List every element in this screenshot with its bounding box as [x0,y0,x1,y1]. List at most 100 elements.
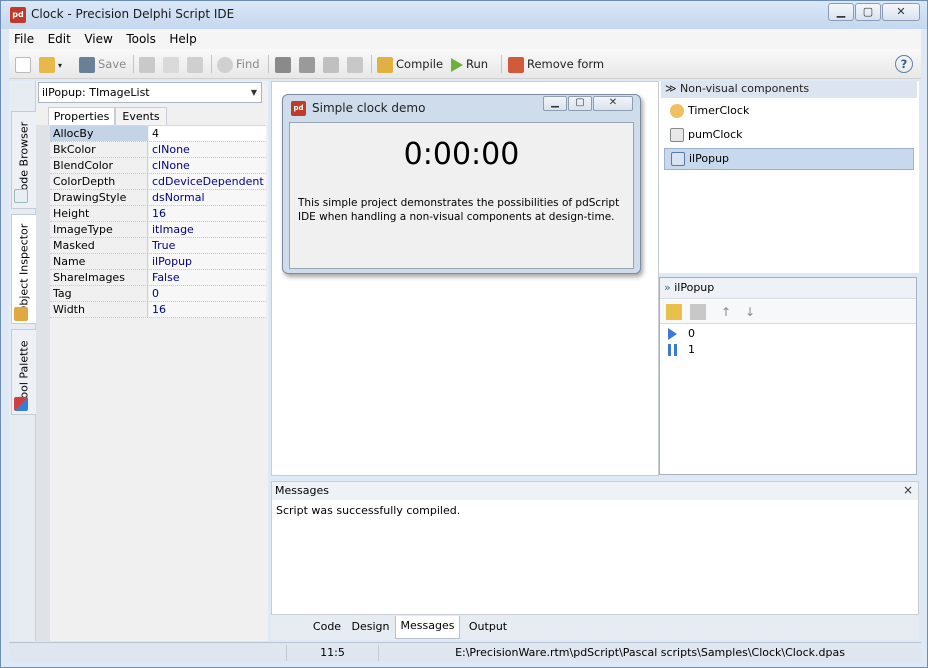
find-button[interactable]: Find [217,55,260,73]
compile-button[interactable]: Compile [377,55,443,73]
property-row[interactable]: AllocBy 4 [50,126,266,142]
property-value[interactable]: clNone [149,142,266,157]
tab-properties[interactable]: Properties [48,107,115,125]
menu-tools[interactable]: Tools [121,29,161,49]
send-to-back-button[interactable] [299,55,318,73]
close-button[interactable]: ✕ [882,3,920,21]
tab-code-browser-label: Code Browser [17,121,31,199]
component-selector-value: ilPopup: TImageList [42,86,150,99]
tab-object-inspector-label: Object Inspector [17,223,31,315]
nonvisual-components-panel: ≫ Non-visual components TimerClock pumCl… [659,81,919,273]
menu-help[interactable]: Help [164,29,201,49]
nonvisual-header-label: Non-visual components [680,82,810,95]
size-button[interactable] [347,55,366,73]
copy-icon [163,56,179,73]
nonvisual-item-ilpopup[interactable]: ilPopup [664,148,914,170]
save-button[interactable]: Save [79,55,126,73]
form-close-icon[interactable]: ✕ [593,96,633,111]
description-label[interactable]: This simple project demonstrates the pos… [298,196,628,224]
minimize-button[interactable]: ▁ [828,3,854,21]
bring-to-front-button[interactable] [275,55,294,73]
image-list-icon [671,152,685,166]
clock-label[interactable]: 0:00:00 [290,137,633,172]
component-selector[interactable]: ilPopup: TImageList ▼ [38,82,262,103]
arrow-down-icon[interactable]: ↓ [742,304,758,320]
property-value[interactable]: ilPopup [149,254,266,269]
form-maximize-icon[interactable]: ▢ [568,96,592,111]
menu-view[interactable]: View [79,29,117,49]
form-client-area[interactable]: 0:00:00 This simple project demonstrates… [289,122,634,269]
property-value[interactable]: True [149,238,266,253]
nonvisual-item-timerclock[interactable]: TimerClock [664,101,914,123]
property-value[interactable]: clNone [149,158,266,173]
property-value[interactable]: cdDeviceDependent [149,174,266,189]
property-value[interactable]: 16 [149,206,266,221]
image-index: 0 [688,327,695,340]
run-label: Run [466,57,489,71]
cut-button[interactable] [139,55,158,73]
property-grid: AllocBy 4 BkColor clNone BlendColor clNone … [50,125,266,318]
remove-form-button[interactable]: Remove form [508,55,604,73]
property-name: BlendColor [50,158,148,173]
object-inspector-icon [14,307,28,321]
property-value[interactable]: False [149,270,266,285]
property-row[interactable]: ColorDepth cdDeviceDependent [50,174,266,190]
image-list-item[interactable]: 1 [668,342,695,358]
nonvisual-item-pumclock[interactable]: pumClock [664,125,914,147]
run-button[interactable]: Run [451,55,488,73]
property-value[interactable]: 4 [149,126,266,141]
maximize-button[interactable]: ▢ [855,3,881,21]
property-name: Width [50,302,148,317]
property-row[interactable]: Tag 0 [50,286,266,302]
align-grid-button[interactable] [323,55,342,73]
arrow-up-icon[interactable]: ↑ [718,304,734,320]
tab-design[interactable]: Design [349,616,392,637]
status-cell-empty [9,645,286,661]
nonvisual-item-label: TimerClock [688,104,750,117]
property-value[interactable]: 16 [149,302,266,317]
message-line[interactable]: Script was successfully compiled. [276,504,460,517]
form-minimize-icon[interactable]: ▁ [543,96,567,111]
toolbar-separator [501,55,502,73]
inspector-gutter [36,125,50,641]
send-back-icon [299,56,315,73]
property-row[interactable]: ImageType itImage [50,222,266,238]
tab-messages[interactable]: Messages [395,616,460,639]
property-row[interactable]: BlendColor clNone [50,158,266,174]
property-value[interactable]: itImage [149,222,266,237]
designed-form[interactable]: pd Simple clock demo ▁ ▢ ✕ 0:00:00 This … [282,94,641,274]
paste-button[interactable] [187,55,206,73]
tab-events[interactable]: Events [115,107,167,125]
tab-code[interactable]: Code [308,616,346,637]
ide-window: pd Clock - Precision Delphi Script IDE ▁… [0,0,928,668]
new-button[interactable] [15,55,34,73]
delete-image-icon[interactable] [690,304,706,320]
property-row[interactable]: Height 16 [50,206,266,222]
tab-output[interactable]: Output [463,616,513,637]
property-row[interactable]: BkColor clNone [50,142,266,158]
property-row[interactable]: Masked True [50,238,266,254]
chevron-down-icon: ▼ [250,88,257,97]
property-row[interactable]: Name ilPopup [50,254,266,270]
property-value[interactable]: dsNormal [149,190,266,205]
menu-file[interactable]: File [9,29,39,49]
bottom-tabs: Code Design Messages Output [271,615,919,640]
image-list-toolbar: ↑ ↓ [660,300,916,324]
property-row[interactable]: Width 16 [50,302,266,318]
property-value[interactable]: 0 [149,286,266,301]
property-row[interactable]: ShareImages False [50,270,266,286]
close-icon[interactable]: × [903,482,913,499]
copy-button[interactable] [163,55,182,73]
play-icon [451,57,463,72]
open-button[interactable]: ▾ [39,55,62,73]
remove-form-icon [508,56,524,73]
image-list-item[interactable]: 0 [668,326,695,342]
object-inspector: ilPopup: TImageList ▼ Properties Events … [36,81,268,641]
add-image-icon[interactable] [666,304,682,320]
property-name: AllocBy [50,126,148,141]
form-title: Simple clock demo [312,101,426,115]
menu-edit[interactable]: Edit [43,29,76,49]
help-icon[interactable]: ? [895,55,913,73]
nonvisual-header[interactable]: ≫ Non-visual components [661,81,917,98]
property-row[interactable]: DrawingStyle dsNormal [50,190,266,206]
